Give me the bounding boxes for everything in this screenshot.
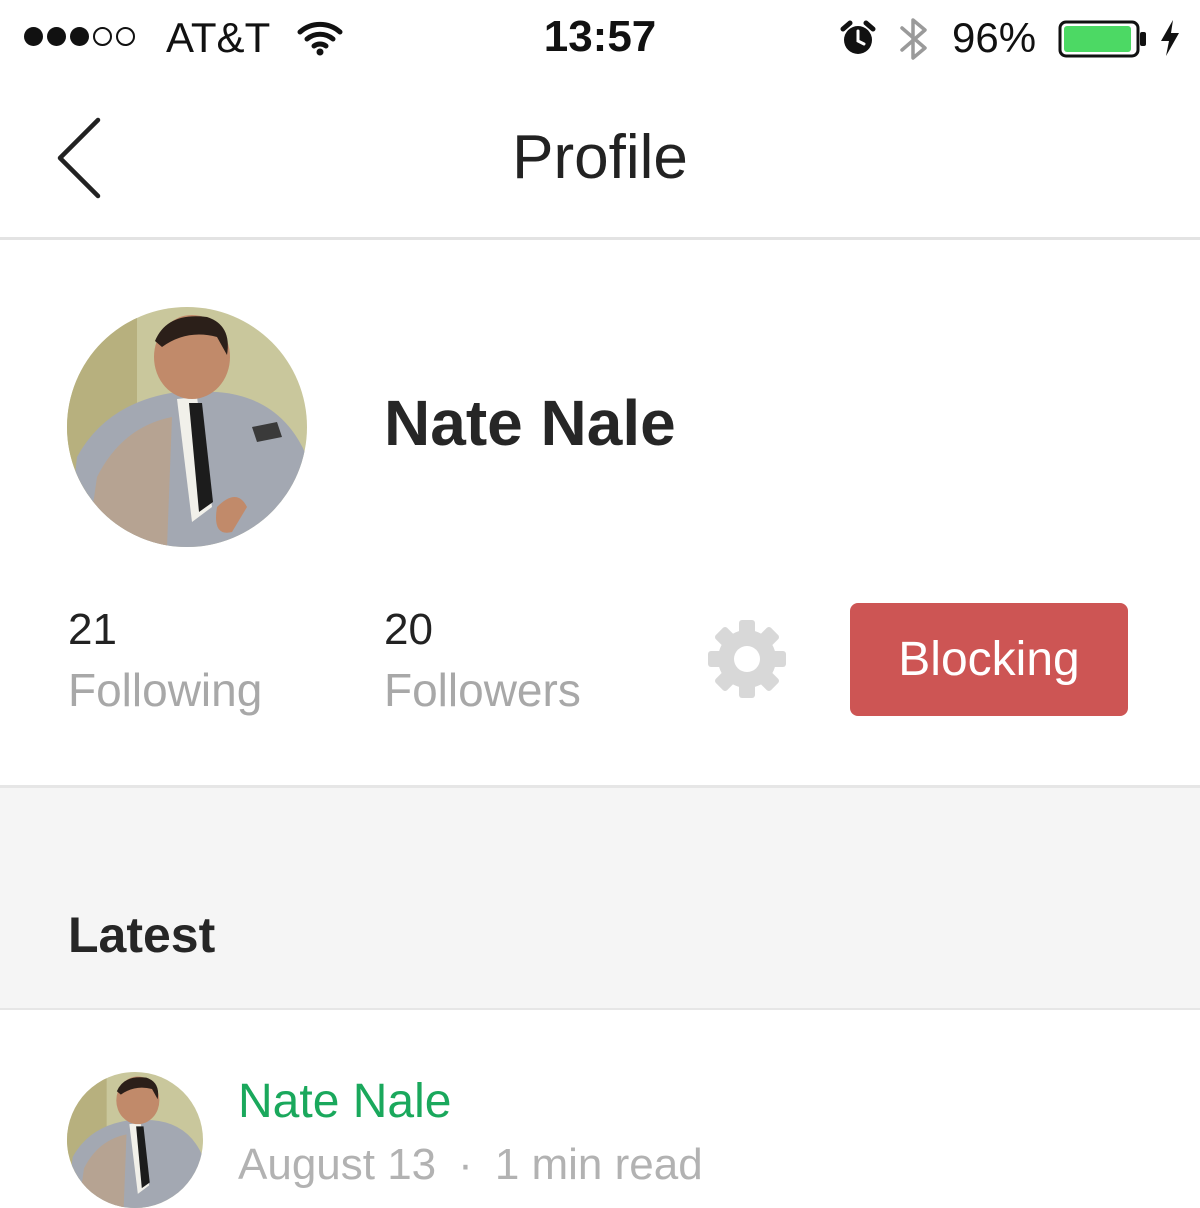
bluetooth-icon [897, 14, 931, 69]
navigation-bar: Profile [0, 80, 1200, 240]
latest-section-header: Latest [0, 788, 1200, 1010]
author-avatar[interactable] [67, 1072, 203, 1208]
profile-name: Nate Nale [384, 387, 676, 459]
following-stat[interactable]: 21 Following [68, 600, 262, 720]
profile-header: Nate Nale 21 Following 20 Followers Bloc… [0, 240, 1200, 788]
battery-icon [1058, 20, 1148, 63]
post-read-time: 1 min read [494, 1140, 703, 1189]
gear-icon[interactable] [706, 618, 788, 705]
avatar[interactable] [67, 307, 307, 547]
latest-title: Latest [68, 907, 216, 963]
followers-stat[interactable]: 20 Followers [384, 600, 581, 720]
post-author[interactable]: Nate Nale [238, 1074, 451, 1129]
post-date: August 13 [238, 1140, 437, 1189]
followers-label: Followers [384, 664, 581, 716]
list-item[interactable]: Nate Nale August 13 · 1 min read [0, 1010, 1200, 1208]
post-meta: August 13 · 1 min read [238, 1140, 703, 1190]
following-count: 21 [68, 605, 117, 654]
charging-bolt-icon [1158, 18, 1182, 63]
blocking-button[interactable]: Blocking [850, 603, 1128, 716]
page-title: Profile [512, 123, 688, 192]
alarm-icon [838, 20, 878, 61]
followers-count: 20 [384, 605, 433, 654]
meta-separator: · [458, 1140, 473, 1189]
status-bar: AT&T 13:57 96% [0, 0, 1200, 80]
following-label: Following [68, 664, 263, 716]
battery-percentage: 96% [952, 14, 1037, 61]
